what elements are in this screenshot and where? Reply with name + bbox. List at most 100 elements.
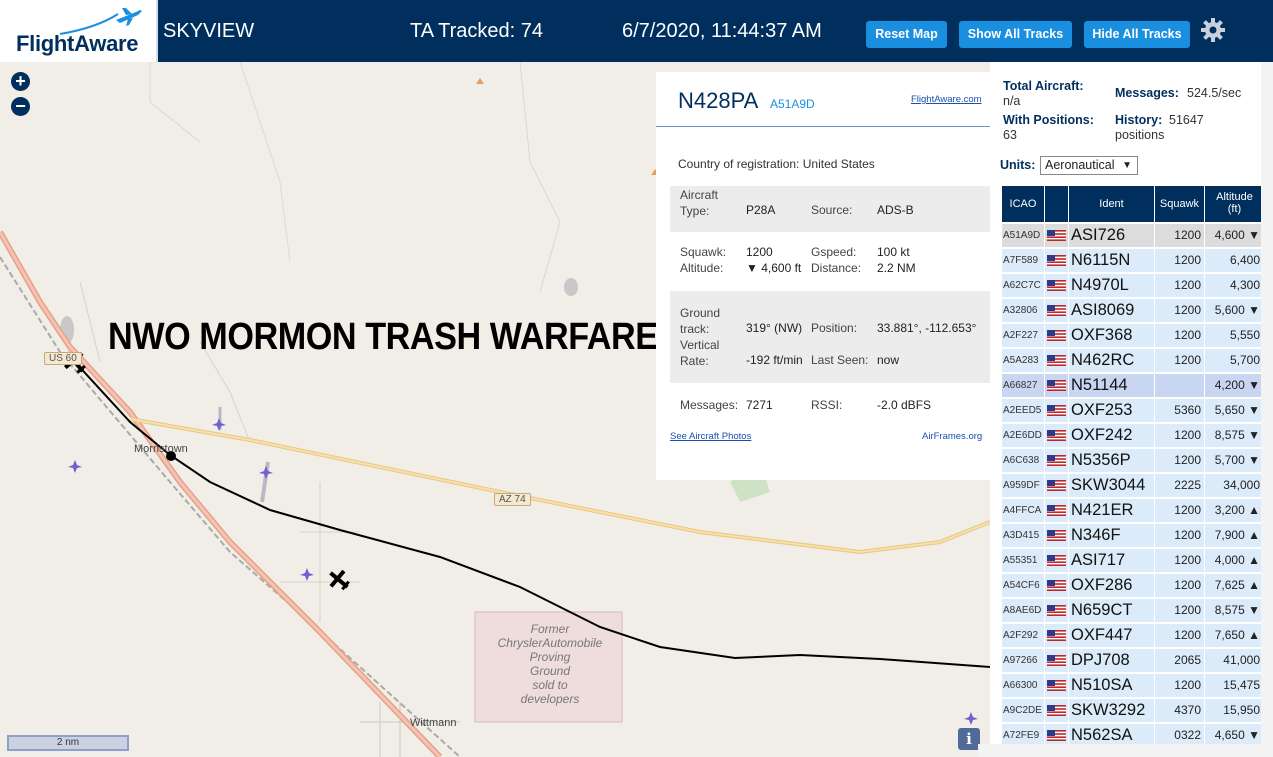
hide-all-tracks-button[interactable]: Hide All Tracks xyxy=(1084,21,1190,48)
messages-block: Messages: 7271 RSSI: -2.0 dBFS xyxy=(670,390,990,422)
table-row[interactable]: A959DF SKW3044 2225 34,000 xyxy=(1002,473,1264,498)
ground-track-label: Ground track: xyxy=(680,305,720,337)
table-row[interactable]: A2EED5 OXF253 5360 5,650 ▼ xyxy=(1002,398,1264,423)
flightaware-link[interactable]: FlightAware.com xyxy=(911,94,982,105)
us-flag-icon xyxy=(1047,480,1066,491)
logo-text: FlightAware xyxy=(16,31,139,56)
table-row[interactable]: A2F292 OXF447 1200 7,650 ▲ xyxy=(1002,623,1264,648)
table-header: ICAO Ident Squawk Altitude (ft) xyxy=(1002,186,1264,222)
table-row[interactable]: A6C638 N5356P 1200 5,700 ▼ xyxy=(1002,448,1264,473)
col-flag xyxy=(1045,186,1068,222)
label-line: Type: xyxy=(680,204,710,218)
row-ident: SKW3044 xyxy=(1069,474,1154,497)
row-altitude: 5,700 ▼ xyxy=(1205,449,1264,472)
row-squawk: 1200 xyxy=(1155,599,1204,622)
gspeed-value: 100 kt xyxy=(877,245,910,259)
row-squawk: 4370 xyxy=(1155,699,1204,722)
table-row[interactable]: A66300 N510SA 1200 15,475 xyxy=(1002,673,1264,698)
row-flag xyxy=(1045,399,1068,422)
table-row[interactable]: A2E6DD OXF242 1200 8,575 ▼ xyxy=(1002,423,1264,448)
row-squawk: 5360 xyxy=(1155,399,1204,422)
az74-shield: AZ 74 xyxy=(494,493,531,506)
row-altitude: 34,000 xyxy=(1205,474,1264,497)
us-flag-icon xyxy=(1047,530,1066,541)
row-ident: ASI726 xyxy=(1069,224,1154,247)
row-altitude: 4,600 ▼ xyxy=(1205,224,1264,247)
label-line: Vertical xyxy=(680,338,720,352)
row-flag xyxy=(1045,699,1068,722)
row-ident: ASI717 xyxy=(1069,549,1154,572)
col-icao[interactable]: ICAO xyxy=(1002,186,1044,222)
former-line: ChryslerAutomobile xyxy=(497,636,603,650)
table-row[interactable]: A55351 ASI717 1200 4,000 ▲ xyxy=(1002,548,1264,573)
row-icao: A4FFCA xyxy=(1002,499,1044,522)
hex-code[interactable]: A51A9D xyxy=(770,97,815,111)
table-row[interactable]: A51A9D ASI726 1200 4,600 ▼ xyxy=(1002,223,1264,248)
row-altitude: 41,000 xyxy=(1205,649,1264,672)
row-squawk: 1200 xyxy=(1155,224,1204,247)
clock: 6/7/2020, 11:44:37 AM xyxy=(622,20,822,42)
row-flag xyxy=(1045,649,1068,672)
airframes-link[interactable]: AirFrames.org xyxy=(922,431,982,442)
country-value: United States xyxy=(802,157,875,171)
row-altitude: 3,200 ▲ xyxy=(1205,499,1264,522)
reset-map-button[interactable]: Reset Map xyxy=(866,21,947,48)
former-line: developers xyxy=(520,692,580,706)
us-flag-icon xyxy=(1047,430,1066,441)
source-value: ADS-B xyxy=(877,203,914,217)
table-row[interactable]: A54CF6 OXF286 1200 7,625 ▲ xyxy=(1002,573,1264,598)
country-row: Country of registration: United States xyxy=(678,157,875,171)
row-squawk: 1200 xyxy=(1155,249,1204,272)
zoom-out-button[interactable]: − xyxy=(11,97,30,116)
us-flag-icon xyxy=(1047,680,1066,691)
table-row[interactable]: A7F589 N6115N 1200 6,400 xyxy=(1002,248,1264,273)
track-block: Ground track: 319° (NW) Position: 33.881… xyxy=(670,291,990,383)
row-icao: A2F292 xyxy=(1002,624,1044,647)
source-label: Source: xyxy=(811,203,853,217)
vertical-scrollbar[interactable] xyxy=(1261,62,1273,757)
table-row[interactable]: A4FFCA N421ER 1200 3,200 ▲ xyxy=(1002,498,1264,523)
show-all-tracks-button[interactable]: Show All Tracks xyxy=(959,21,1072,48)
table-row[interactable]: A9C2DE SKW3292 4370 15,950 xyxy=(1002,698,1264,723)
aircraft-type-label: Aircraft Type: xyxy=(680,187,718,219)
units-select[interactable]: Aeronautical ▼ xyxy=(1040,156,1138,175)
col-altitude[interactable]: Altitude (ft) xyxy=(1205,186,1264,222)
see-aircraft-photos-link[interactable]: See Aircraft Photos xyxy=(670,431,751,442)
us-flag-icon xyxy=(1047,330,1066,341)
units-label: Units: xyxy=(1000,158,1036,172)
label-line: Ground xyxy=(680,306,721,320)
table-row[interactable]: A5A283 N462RC 1200 5,700 xyxy=(1002,348,1264,373)
row-altitude: 7,900 ▲ xyxy=(1205,524,1264,547)
table-row[interactable]: A2F227 OXF368 1200 5,550 xyxy=(1002,323,1264,348)
row-icao: A32806 xyxy=(1002,299,1044,322)
row-icao: A959DF xyxy=(1002,474,1044,497)
row-squawk xyxy=(1155,374,1204,397)
row-ident: N4970L xyxy=(1069,274,1154,297)
row-ident: OXF242 xyxy=(1069,424,1154,447)
table-row[interactable]: A32806 ASI8069 1200 5,600 ▼ xyxy=(1002,298,1264,323)
row-flag xyxy=(1045,349,1068,372)
row-ident: N346F xyxy=(1069,524,1154,547)
gear-icon[interactable] xyxy=(1200,17,1226,43)
table-row[interactable]: A3D415 N346F 1200 7,900 ▲ xyxy=(1002,523,1264,548)
row-altitude: 4,200 ▼ xyxy=(1205,374,1264,397)
row-icao: A55351 xyxy=(1002,549,1044,572)
us60-shield: US 60 xyxy=(44,352,82,365)
row-flag xyxy=(1045,449,1068,472)
horizontal-scrollbar[interactable] xyxy=(978,744,1261,757)
col-ident[interactable]: Ident xyxy=(1069,186,1154,222)
row-flag xyxy=(1045,249,1068,272)
us-flag-icon xyxy=(1047,355,1066,366)
col-squawk[interactable]: Squawk xyxy=(1155,186,1204,222)
table-row[interactable]: A62C7C N4970L 1200 4,300 xyxy=(1002,273,1264,298)
zoom-in-button[interactable]: + xyxy=(11,72,30,91)
table-row[interactable]: A66827 N51144 4,200 ▼ xyxy=(1002,373,1264,398)
flightaware-logo[interactable]: FlightAware xyxy=(0,0,158,62)
table-row[interactable]: A97266 DPJ708 2065 41,000 xyxy=(1002,648,1264,673)
table-row[interactable]: A8AE6D N659CT 1200 8,575 ▼ xyxy=(1002,598,1264,623)
row-flag xyxy=(1045,674,1068,697)
gspeed-label: Gspeed: xyxy=(811,245,857,259)
with-positions-value: 63 xyxy=(1003,128,1017,142)
info-button[interactable]: i xyxy=(958,728,980,750)
us-flag-icon xyxy=(1047,630,1066,641)
